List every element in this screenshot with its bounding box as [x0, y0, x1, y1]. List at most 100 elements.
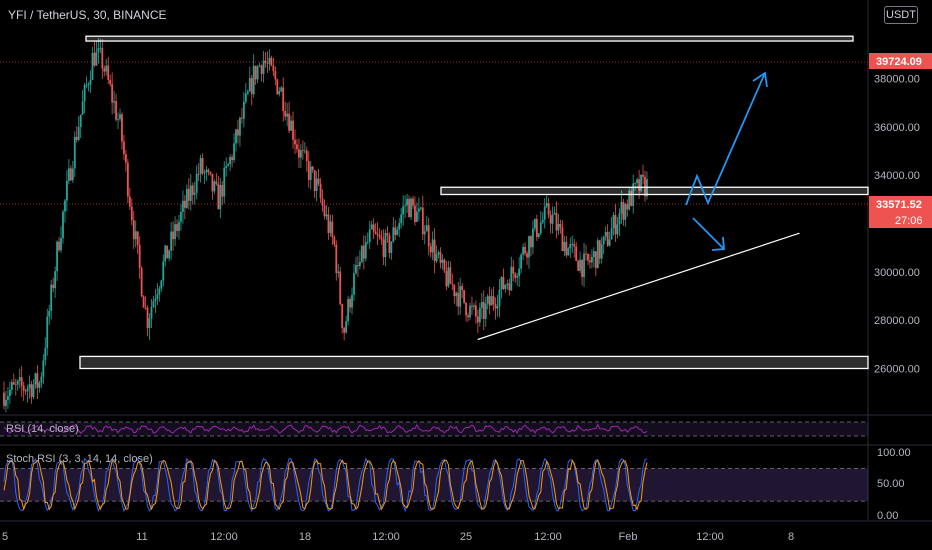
candle-body	[622, 201, 625, 220]
candle-body	[231, 157, 233, 161]
candle-body	[459, 286, 462, 307]
candle-body	[471, 305, 473, 307]
candle-body	[321, 198, 324, 206]
candle-body	[349, 299, 351, 308]
candle-body	[246, 91, 249, 94]
candle-body	[101, 47, 104, 69]
candle-body	[573, 243, 576, 247]
candle-body	[97, 48, 100, 52]
candle-body	[343, 327, 346, 333]
candle-body	[441, 259, 444, 263]
candle-body	[488, 296, 491, 306]
candle-body	[294, 139, 296, 145]
candle-body	[345, 321, 348, 333]
candle-body	[368, 229, 371, 242]
candle-body	[482, 302, 485, 319]
candle-body	[56, 241, 58, 272]
candle-body	[455, 292, 458, 297]
candle-body	[160, 280, 163, 289]
candle-body	[337, 271, 340, 274]
candle-body	[8, 389, 11, 397]
candle-body	[16, 380, 19, 385]
candle-body	[103, 68, 106, 72]
candle-body	[136, 231, 139, 245]
candle-body	[486, 296, 489, 304]
candle-body	[130, 206, 133, 221]
candle-body	[93, 52, 96, 66]
candle-body	[91, 52, 94, 80]
candle-body	[254, 65, 257, 80]
candle-body	[79, 114, 82, 128]
candle-body	[180, 211, 182, 222]
candle-body	[398, 223, 401, 230]
candle-body	[85, 84, 88, 86]
candle-body	[280, 87, 283, 92]
candle-body	[618, 213, 621, 225]
candle-body	[107, 65, 110, 80]
x-tick-label: 11	[136, 531, 147, 543]
candle-body	[300, 150, 302, 158]
candle-body	[276, 79, 279, 95]
candle-body	[606, 232, 609, 246]
candle-body	[449, 267, 452, 284]
candle-body	[128, 196, 131, 207]
candle-body	[358, 261, 361, 267]
candle-body	[217, 183, 220, 210]
candle-body	[182, 200, 184, 212]
y-tick-label: 34000.00	[874, 170, 920, 182]
candle-body	[199, 157, 202, 175]
x-tick-label: 12:00	[534, 531, 562, 543]
candle-body	[347, 299, 349, 322]
candle-body	[490, 296, 493, 306]
candle-body	[410, 198, 412, 218]
candle-body	[431, 239, 434, 253]
candle-body	[351, 294, 353, 308]
candle-body	[406, 198, 408, 206]
candle-body	[191, 185, 194, 195]
candle-body	[577, 260, 580, 271]
candle-body	[353, 273, 355, 295]
candle-body	[370, 224, 373, 230]
candle-body	[237, 129, 239, 136]
candle-body	[60, 238, 62, 251]
candle-body	[24, 390, 27, 392]
candle-body	[526, 253, 528, 258]
candle-body	[516, 276, 519, 278]
candle-body	[396, 229, 399, 235]
x-tick-label: 12:00	[372, 531, 400, 543]
candle-body	[69, 168, 72, 181]
candle-body	[388, 235, 391, 253]
candle-body	[465, 302, 467, 316]
candle-body	[258, 65, 261, 67]
candle-body	[380, 236, 383, 240]
currency-button[interactable]: USDT	[884, 6, 918, 24]
candle-body	[382, 239, 385, 258]
candle-body	[132, 220, 135, 240]
stoch-tick-label: 100.00	[877, 447, 911, 459]
candle-body	[307, 161, 310, 180]
countdown-label: 27:06	[895, 215, 923, 227]
candle-body	[376, 233, 379, 235]
candle-body	[268, 57, 271, 64]
candle-body	[437, 252, 440, 255]
candle-body	[178, 221, 180, 231]
candle-body	[475, 305, 477, 317]
candle-body	[512, 266, 515, 274]
y-tick-label: 38000.00	[874, 74, 920, 86]
candle-body	[48, 310, 51, 317]
candle-body	[81, 101, 84, 115]
candle-body	[290, 120, 292, 131]
candle-body	[500, 276, 503, 290]
candle-body	[451, 283, 454, 285]
candle-body	[498, 289, 501, 307]
candle-body	[537, 233, 540, 237]
candle-body	[71, 168, 74, 181]
candle-body	[227, 164, 230, 166]
x-tick-label: 18	[299, 531, 311, 543]
candle-body	[176, 224, 178, 231]
x-tick-label: Feb	[619, 531, 638, 543]
candle-body	[5, 399, 7, 406]
candle-body	[197, 173, 200, 175]
x-tick-label: 25	[460, 531, 472, 543]
candle-body	[412, 198, 414, 206]
